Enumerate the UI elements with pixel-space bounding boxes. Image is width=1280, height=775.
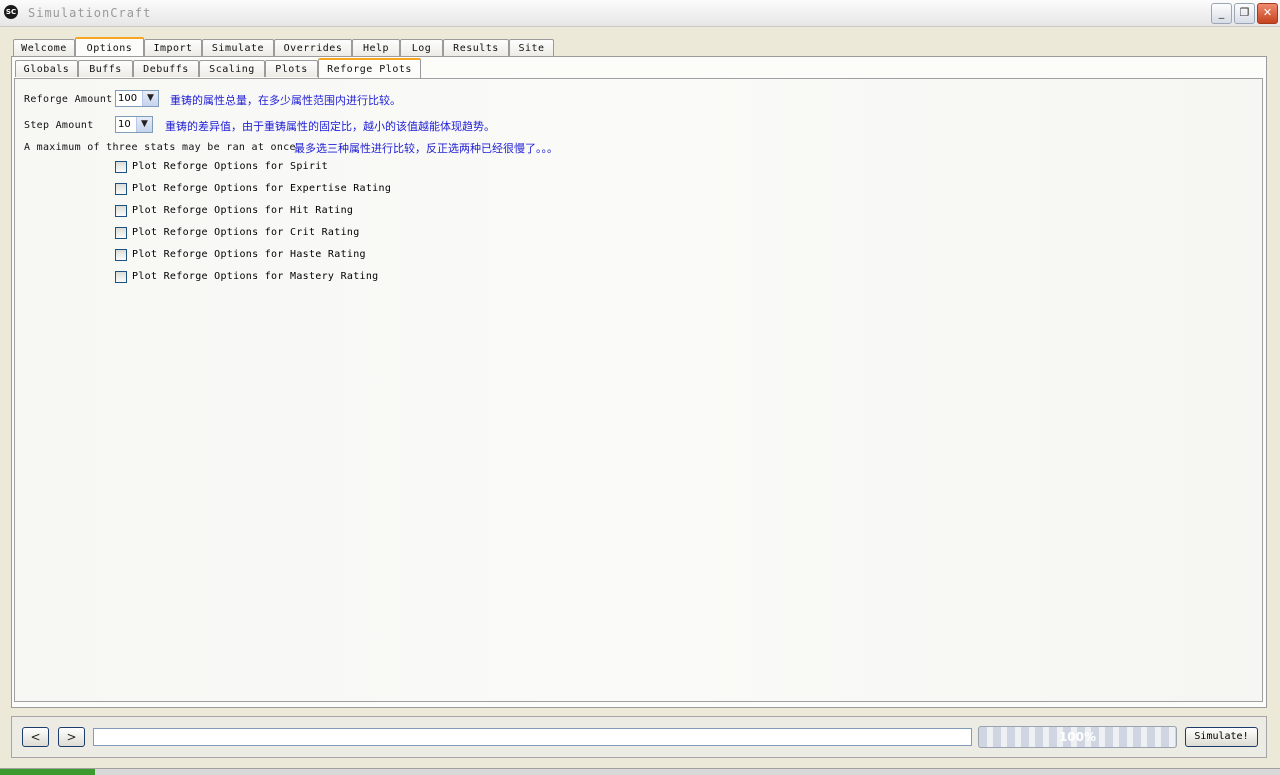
tab-globals[interactable]: Globals <box>15 60 78 77</box>
checkbox-label: Plot Reforge Options for Hit Rating <box>132 205 354 216</box>
step-amount-value: 10 <box>118 119 131 130</box>
tab-welcome[interactable]: Welcome <box>13 39 75 56</box>
tab-results[interactable]: Results <box>443 39 509 56</box>
checkbox-label: Plot Reforge Options for Haste Rating <box>132 249 366 260</box>
step-amount-label: Step Amount <box>24 120 94 131</box>
tab-scaling[interactable]: Scaling <box>199 60 265 77</box>
checkbox-box[interactable] <box>115 183 127 195</box>
title-bar: SC SimulationCraft _ ❐ ✕ <box>0 0 1280 27</box>
checkbox-box[interactable] <box>115 227 127 239</box>
checkbox-label: Plot Reforge Options for Mastery Rating <box>132 271 379 282</box>
reforge-amount-select[interactable]: 100 ▼ <box>115 90 159 107</box>
back-button[interactable]: < <box>22 727 49 747</box>
checkbox-box[interactable] <box>115 249 127 261</box>
tab-import[interactable]: Import <box>144 39 202 56</box>
reforge-amount-label: Reforge Amount <box>24 94 113 105</box>
chevron-down-icon: ▼ <box>142 91 158 106</box>
max-stats-note: 最多选三种属性进行比较，反正选两种已经很慢了。。。 <box>294 142 558 155</box>
tab-log[interactable]: Log <box>400 39 443 56</box>
app-icon: SC <box>4 5 18 19</box>
progress-bar: 100% <box>978 726 1177 748</box>
checkbox-label: Plot Reforge Options for Crit Rating <box>132 227 360 238</box>
chevron-down-icon: ▼ <box>136 117 152 132</box>
minimize-button[interactable]: _ <box>1211 3 1232 24</box>
reforge-amount-value: 100 <box>118 93 138 104</box>
close-button[interactable]: ✕ <box>1257 3 1278 24</box>
step-amount-note: 重铸的差异值，由于重铸属性的固定比，越小的该值越能体现趋势。 <box>165 120 495 133</box>
tab-debuffs[interactable]: Debuffs <box>133 60 199 77</box>
forward-button[interactable]: > <box>58 727 85 747</box>
checkbox-box[interactable] <box>115 161 127 173</box>
reforge-amount-note: 重铸的属性总量，在多少属性范围内进行比较。 <box>170 94 401 107</box>
tab-site[interactable]: Site <box>509 39 554 56</box>
checkbox-label: Plot Reforge Options for Spirit <box>132 161 328 172</box>
tab-plots[interactable]: Plots <box>265 60 318 77</box>
window-title: SimulationCraft <box>28 6 152 20</box>
tab-overrides[interactable]: Overrides <box>274 39 352 56</box>
checkbox-box[interactable] <box>115 205 127 217</box>
tab-help[interactable]: Help <box>352 39 400 56</box>
progress-text: 100% <box>1058 730 1097 744</box>
max-stats-text: A maximum of three stats may be ran at o… <box>24 142 303 153</box>
checkbox-box[interactable] <box>115 271 127 283</box>
tab-options[interactable]: Options <box>75 37 144 57</box>
simulate-button[interactable]: Simulate! <box>1185 727 1258 747</box>
checkbox-label: Plot Reforge Options for Expertise Ratin… <box>132 183 392 194</box>
restore-button[interactable]: ❐ <box>1234 3 1255 24</box>
command-input[interactable] <box>93 728 972 746</box>
start-button[interactable] <box>0 769 95 775</box>
tab-reforge-plots[interactable]: Reforge Plots <box>318 58 421 78</box>
step-amount-select[interactable]: 10 ▼ <box>115 116 153 133</box>
tab-buffs[interactable]: Buffs <box>78 60 133 77</box>
tab-simulate[interactable]: Simulate <box>202 39 274 56</box>
